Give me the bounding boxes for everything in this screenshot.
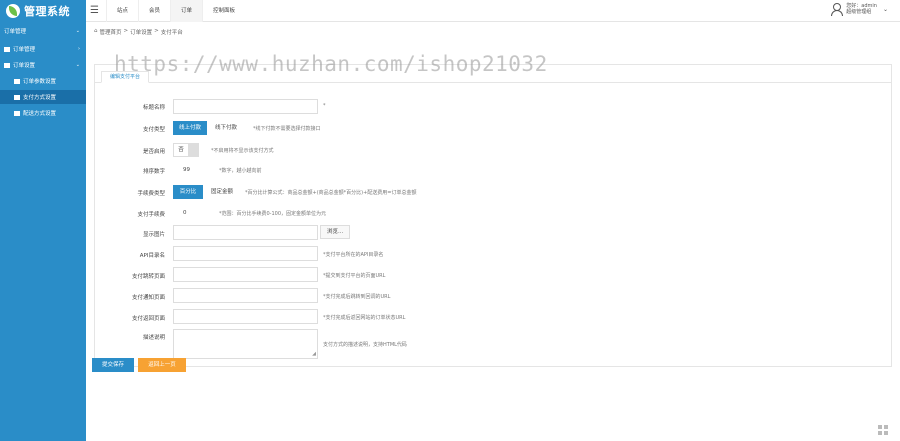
- chevron-down-icon: ⌄: [75, 62, 80, 68]
- redirect-page-label: 支付跳转页面: [131, 274, 165, 280]
- api-path-input[interactable]: [173, 246, 318, 261]
- remark-hint: 支付方式的描述说明，支持HTML代码: [323, 342, 407, 348]
- fee-type-label: 手续费类型: [137, 191, 165, 197]
- enabled-label: 是否启用: [142, 149, 165, 155]
- pay-type-offline-option[interactable]: 线下付款: [209, 121, 243, 135]
- pay-type-label: 支付类型: [142, 127, 165, 133]
- folder-icon: [4, 46, 10, 52]
- chevron-right-icon: ›: [78, 46, 80, 52]
- folder-icon: [4, 62, 10, 68]
- remark-textarea[interactable]: ◢: [173, 329, 318, 359]
- notify-page-input[interactable]: [173, 288, 318, 303]
- submit-button[interactable]: 提交保存: [92, 358, 134, 372]
- back-button[interactable]: 返回上一页: [138, 358, 186, 372]
- sort-hint: *数字，越小越向前: [219, 168, 262, 174]
- notify-page-label: 支付通知页面: [131, 295, 165, 301]
- image-path-input[interactable]: [173, 225, 318, 240]
- sidebar-item-label: 配送方式设置: [23, 111, 57, 117]
- sort-label: 排序数字: [142, 169, 165, 175]
- breadcrumb-current: 支付平台: [160, 30, 183, 36]
- breadcrumb-order-settings[interactable]: 订单设置: [130, 28, 152, 36]
- chevron-down-icon[interactable]: ⌄: [883, 6, 888, 13]
- sidebar-item-label: 订单设置: [13, 63, 36, 69]
- sidebar-item-label: 订单参数设置: [23, 79, 57, 85]
- breadcrumb-separator: >: [154, 28, 159, 34]
- form-panel: 编辑支付平台 标题名称 * 支付类型 线上付款 线下付款 *线下付款不需要选择付…: [94, 64, 892, 367]
- sidebar-item-order-settings[interactable]: 订单设置 ⌄: [0, 58, 86, 72]
- user-role: 超级管理组: [846, 9, 872, 15]
- redirect-page-input[interactable]: [173, 267, 318, 282]
- chevron-down-icon: ⌄: [75, 28, 80, 34]
- fee-input[interactable]: 0: [183, 210, 187, 216]
- fee-type-percent-option[interactable]: 百分比: [173, 185, 203, 199]
- sidebar-item-order-manage[interactable]: 订单管理 ›: [0, 42, 86, 56]
- logo: 管理系统: [0, 0, 86, 22]
- menu-toggle-icon[interactable]: ☰: [90, 5, 99, 16]
- return-page-input[interactable]: [173, 309, 318, 324]
- breadcrumb-home[interactable]: 管理首页: [100, 28, 122, 36]
- enabled-hint: *不启用将不显示该支付方式: [211, 148, 274, 154]
- top-bar: 管理系统 ☰ 站点 会员 订单 控制面板 您好：admin 超级管理组 ⌄: [0, 0, 900, 22]
- remark-label: 描述说明: [142, 335, 165, 341]
- app-title: 管理系统: [24, 5, 70, 18]
- fee-type-fixed-option[interactable]: 固定金额: [205, 185, 239, 199]
- title-label: 标题名称: [142, 105, 165, 111]
- notify-page-hint: *支付完成后跳转到回调的URL: [323, 294, 391, 300]
- breadcrumb-separator: >: [123, 28, 129, 34]
- list-icon: [14, 78, 20, 84]
- sidebar-group-orders[interactable]: 订单管理 ⌄: [0, 24, 86, 38]
- sidebar-item-label: 支付方式设置: [23, 95, 57, 101]
- redirect-page-hint: *提交到支付平台的页面URL: [323, 273, 386, 279]
- image-label: 显示图片: [142, 232, 165, 238]
- top-nav: 站点 会员 订单 控制面板: [106, 0, 245, 22]
- browse-button[interactable]: 浏览...: [320, 225, 351, 239]
- tab-order[interactable]: 订单: [170, 0, 203, 22]
- resize-grip-icon[interactable]: ◢: [312, 351, 316, 357]
- list-icon: [14, 110, 20, 116]
- sidebar-item-delivery-methods[interactable]: 配送方式设置: [0, 106, 86, 120]
- fee-hint: *范围：百分比手续费0-100，固定金额单位为元: [219, 211, 327, 217]
- sidebar-item-label: 订单管理: [13, 47, 36, 53]
- tab-member[interactable]: 会员: [138, 0, 170, 22]
- leaf-logo-icon: [6, 4, 20, 18]
- pay-type-hint: *线下付款不需要选择付款接口: [253, 126, 321, 132]
- fee-label: 支付手续费: [137, 212, 165, 218]
- list-icon: [14, 94, 20, 100]
- sidebar-item-order-params[interactable]: 订单参数设置: [0, 74, 86, 88]
- sidebar-item-payment-methods[interactable]: 支付方式设置: [0, 90, 86, 104]
- enabled-toggle[interactable]: 否: [173, 143, 199, 157]
- grid-icon[interactable]: [878, 425, 888, 435]
- return-page-label: 支付返回页面: [131, 316, 165, 322]
- home-icon: ⌂: [94, 28, 98, 34]
- user-icon: [830, 3, 844, 16]
- title-hint: *: [323, 103, 326, 109]
- title-input[interactable]: [173, 99, 318, 114]
- panel-divider: [95, 82, 891, 83]
- api-path-label: API目录名: [139, 253, 165, 259]
- enabled-toggle-text: 否: [178, 147, 184, 153]
- sidebar-group-label: 订单管理: [4, 29, 27, 35]
- return-page-hint: *支付完成后返回网站的订单状态URL: [323, 315, 406, 321]
- tab-site[interactable]: 站点: [106, 0, 138, 22]
- api-path-hint: *支付平台所在的API目录名: [323, 252, 384, 258]
- user-menu[interactable]: 您好：admin 超级管理组 ⌄: [830, 3, 888, 16]
- main-content: ⌂ 管理首页 > 订单设置 > 支付平台 编辑支付平台 标题名称 * 支付类型 …: [86, 22, 900, 441]
- sidebar: 订单管理 ⌄ 订单管理 › 订单设置 ⌄ 订单参数设置 支付方式设置 配送方式设…: [0, 22, 86, 441]
- pay-type-online-option[interactable]: 线上付款: [173, 121, 207, 135]
- fee-type-hint: *百分比计算公式：商品总金额+(商品总金额*百分比)+配送费用=订单总金额: [245, 190, 417, 196]
- breadcrumb: ⌂ 管理首页 > 订单设置 > 支付平台: [94, 28, 183, 36]
- sort-input[interactable]: 99: [183, 167, 190, 173]
- toggle-knob: [188, 144, 198, 156]
- watermark-text: https://www.huzhan.com/ishop21032: [114, 52, 548, 76]
- tab-control-panel[interactable]: 控制面板: [202, 0, 245, 22]
